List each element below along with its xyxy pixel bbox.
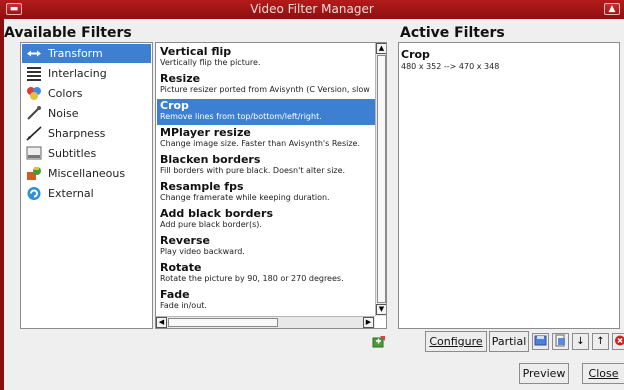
filter-item[interactable]: Resample fps Change framerate while keepi… [157, 180, 375, 206]
category-item[interactable]: Miscellaneous [22, 164, 151, 183]
window-menu-icon[interactable]: ▬ [6, 3, 22, 15]
maximize-icon[interactable]: ▲ [604, 3, 620, 15]
scroll-down-icon[interactable]: ▼ [376, 304, 386, 315]
interlacing-icon [26, 66, 42, 81]
filter-item[interactable]: Rotate Rotate the picture by 90, 180 or 2… [157, 261, 375, 287]
filter-name: Rotate [160, 261, 202, 274]
category-label: Noise [48, 107, 79, 120]
filter-name: Blacken borders [160, 153, 261, 166]
filter-desc: Fill borders with pure black. Doesn't al… [160, 166, 346, 175]
filter-desc: Remove lines from top/bottom/left/right. [160, 112, 322, 121]
filter-name: Resample fps [160, 180, 244, 193]
category-item[interactable]: Transform [22, 44, 151, 63]
active-filter-name: Crop [401, 48, 430, 61]
category-label: Transform [48, 47, 103, 60]
filter-item[interactable]: Blacken borders Fill borders with pure bl… [157, 153, 375, 179]
partial-label: Partial [491, 335, 527, 348]
filter-name: Vertical flip [160, 45, 232, 58]
subtitles-icon [26, 146, 42, 161]
filter-item[interactable]: Resize Picture resizer ported from Avisyn… [157, 72, 375, 98]
scroll-left-icon[interactable]: ◀ [156, 317, 167, 328]
available-filters-heading: Available Filters [4, 25, 132, 41]
category-item[interactable]: Sharpness [22, 124, 151, 143]
filter-desc: Fade in/out. [160, 301, 207, 310]
filter-item[interactable]: Reverse Play video backward. [157, 234, 375, 260]
filter-item[interactable]: Crop Remove lines from top/bottom/left/ri… [157, 99, 375, 125]
filter-name: Reverse [160, 234, 210, 247]
filter-name: Fade [160, 288, 190, 301]
colors-icon [26, 86, 42, 101]
filter-name: Add black borders [160, 207, 273, 220]
external-icon [26, 186, 42, 201]
filter-item[interactable]: MPlayer resize Change image size. Faster … [157, 126, 375, 152]
filter-desc: Vertically flip the picture. [160, 58, 261, 67]
category-label: External [48, 187, 94, 200]
filter-name: MPlayer resize [160, 126, 251, 139]
filter-list-horizontal-scrollbar[interactable]: ◀ ▶ [156, 316, 375, 328]
active-filter-desc: 480 x 352 --> 470 x 348 [401, 62, 500, 71]
category-item[interactable]: Colors [22, 84, 151, 103]
filter-name: Resize [160, 72, 201, 85]
app-window: Video Filter Manager ▬ ▲ Available Filte… [0, 0, 624, 390]
category-label: Colors [48, 87, 83, 100]
category-label: Interlacing [48, 67, 107, 80]
title-bar[interactable]: Video Filter Manager ▬ ▲ [0, 0, 624, 19]
filter-desc: Change image size. Faster than Avisynth'… [160, 139, 361, 148]
category-list[interactable]: Transform Interlacing Colors Noise Sharpness… [20, 42, 153, 329]
configure-label: Configure [429, 335, 483, 348]
scroll-right-icon[interactable]: ▶ [363, 317, 374, 328]
configure-button[interactable]: Configure [425, 331, 487, 352]
category-item[interactable]: Subtitles [22, 144, 151, 163]
preview-button[interactable]: Preview [519, 363, 569, 384]
transform-icon [26, 46, 42, 61]
preview-label: Preview [522, 367, 566, 380]
category-item[interactable]: Interlacing [22, 64, 151, 83]
active-filter-item[interactable]: Crop 480 x 352 --> 470 x 348 [401, 48, 499, 71]
filter-item[interactable]: Add black borders Add pure black border(s… [157, 207, 375, 233]
filter-list[interactable]: Fade Fade in/out. Rotate Rotate the picture… [155, 42, 387, 329]
add-filter-icon[interactable] [372, 334, 386, 348]
filter-name: Crop [160, 99, 189, 112]
active-filters-heading: Active Filters [400, 25, 505, 41]
filter-item[interactable]: Vertical flip Vertically flip the picture… [157, 45, 375, 71]
remove-filter-icon[interactable] [612, 333, 624, 350]
window-title: Video Filter Manager [250, 2, 374, 16]
partial-button[interactable]: Partial [489, 331, 529, 352]
sharpness-icon [26, 126, 42, 141]
filter-desc: Picture resizer ported from Avisynth (C … [160, 85, 370, 94]
save-filters-icon[interactable] [532, 333, 549, 350]
filter-desc: Change framerate while keeping duration. [160, 193, 330, 202]
filter-item[interactable]: Fade Fade in/out. [157, 288, 375, 314]
close-label: Close [588, 367, 619, 380]
scroll-thumb[interactable] [377, 55, 386, 303]
move-down-icon[interactable]: ↓ [572, 333, 589, 350]
category-label: Subtitles [48, 147, 97, 160]
filter-desc: Add pure black border(s). [160, 220, 262, 229]
filter-list-vertical-scrollbar[interactable]: ▲ ▼ [375, 43, 386, 316]
category-label: Sharpness [48, 127, 106, 140]
category-item[interactable]: External [22, 184, 151, 203]
active-filter-list[interactable]: Crop 480 x 352 --> 470 x 348 [398, 42, 620, 329]
category-item[interactable]: Noise [22, 104, 151, 123]
noise-icon [26, 106, 42, 121]
filter-desc: Play video backward. [160, 247, 245, 256]
load-filters-icon[interactable] [552, 333, 569, 350]
close-button[interactable]: Close [582, 363, 624, 384]
move-up-icon[interactable]: ↑ [592, 333, 609, 350]
filter-desc: Rotate the picture by 90, 180 or 270 deg… [160, 274, 344, 283]
scroll-up-icon[interactable]: ▲ [376, 43, 386, 54]
miscellaneous-icon [26, 166, 42, 181]
category-label: Miscellaneous [48, 167, 126, 180]
horizontal-scroll-thumb[interactable] [168, 318, 278, 327]
